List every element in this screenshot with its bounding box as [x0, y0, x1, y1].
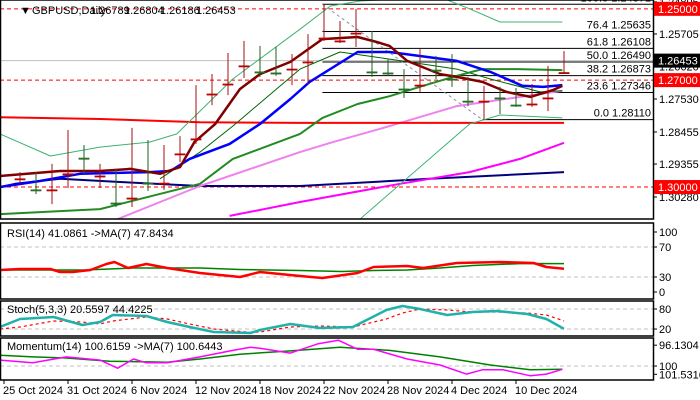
- date-label: 10 Dec 2024: [515, 385, 577, 397]
- candle-bullish: [430, 69, 442, 72]
- candle-bearish: [478, 100, 490, 103]
- candle-bearish: [174, 153, 186, 156]
- date-label: 18 Nov 2024: [259, 385, 321, 397]
- fib-level-label: 76.4 1.25635: [587, 19, 651, 31]
- ohlc-high: 1.26804: [124, 5, 164, 17]
- candle-bearish: [158, 182, 170, 185]
- current-price-badge: 1.26453: [658, 56, 698, 68]
- candle-bullish: [494, 97, 506, 100]
- date-label: 25 Oct 2024: [3, 385, 63, 397]
- level-price-badge: 1.30000: [658, 182, 698, 194]
- level-price-badge: 1.27000: [658, 75, 698, 87]
- candle-bullish: [510, 104, 522, 107]
- date-label: 12 Nov 2024: [195, 385, 257, 397]
- price-tick-label: 1.25705: [659, 29, 699, 41]
- candle-bearish: [206, 93, 218, 96]
- date-label: 22 Nov 2024: [323, 385, 385, 397]
- rsi-tick-label: 0: [659, 287, 665, 299]
- ohlc-close: 1.26453: [196, 5, 236, 17]
- candle-bullish: [110, 202, 122, 205]
- candle-bullish: [142, 182, 154, 185]
- candle-bearish: [302, 61, 314, 64]
- fib-level-label: 61.8 1.26108: [587, 36, 651, 48]
- stoch-tick-label: 80: [659, 304, 671, 316]
- momentum-header: Momentum(14) 100.6159 ->MA(7) 100.6443: [7, 341, 223, 353]
- candle-bullish: [446, 78, 458, 81]
- candle-bearish: [286, 68, 298, 71]
- candle-bullish: [254, 71, 266, 74]
- candle-bearish: [558, 72, 570, 74]
- fib-level-label: 38.2 1.26873: [587, 64, 651, 76]
- candle-bearish: [542, 97, 554, 100]
- candle-bearish: [222, 83, 234, 86]
- candle-bearish: [318, 37, 330, 40]
- candle-bearish: [238, 65, 250, 68]
- candle-bearish: [526, 103, 538, 106]
- candle-bearish: [94, 175, 106, 178]
- fib-level-label: 0.0 1.28110: [594, 108, 651, 120]
- price-tick-label: 1.29355: [659, 159, 699, 171]
- fib-level-label: 23.6 1.27346: [587, 80, 651, 92]
- level-price-badge: 1.25000: [658, 4, 698, 16]
- candle-bullish: [30, 189, 42, 192]
- candle-bullish: [78, 157, 90, 160]
- date-label: 28 Nov 2024: [387, 385, 449, 397]
- candle-bearish: [46, 189, 58, 192]
- ohlc-low: 1.26186: [160, 5, 200, 17]
- candle-bearish: [62, 173, 74, 176]
- rsi-tick-label: 30: [659, 272, 671, 284]
- stoch-tick-label: 20: [659, 324, 671, 336]
- price-tick-label: 1.27530: [659, 94, 699, 106]
- date-label: 6 Nov 2024: [131, 385, 187, 397]
- stoch-header: Stoch(5,3,3) 20.5597 44.4225: [7, 304, 153, 316]
- price-tick-label: 1.28455: [659, 127, 699, 139]
- gbpusd-chart: 0.0 1.28110 23.6 1.27346 38.2 1.26873 50.0 …: [0, 0, 700, 400]
- candle-bullish: [270, 72, 282, 75]
- date-label: 31 Oct 2024: [67, 385, 127, 397]
- candle-bearish: [190, 138, 202, 141]
- date-label: 4 Dec 2024: [451, 385, 507, 397]
- candle-bullish: [382, 72, 394, 75]
- rsi-tick-label: 70: [659, 242, 671, 254]
- momentum-tick-label: 96.1304: [659, 340, 699, 352]
- candle-bullish: [398, 88, 410, 91]
- candle-bearish: [126, 197, 138, 200]
- candle-bearish: [334, 40, 346, 43]
- rsi-header: RSI(14) 41.0861 ->MA(7) 47.8434: [7, 228, 174, 240]
- fib-level-label: 50.0 1.26490: [587, 50, 651, 62]
- rsi-tick-label: 100: [659, 227, 677, 239]
- candle-bullish: [462, 100, 474, 103]
- candle-bearish: [414, 84, 426, 87]
- candle-bearish: [350, 32, 362, 35]
- candle-bullish: [366, 71, 378, 74]
- dropdown-triangle-icon[interactable]: ▼: [20, 5, 31, 17]
- momentum-tick-label: 100: [659, 361, 677, 373]
- candle-bearish: [14, 178, 26, 181]
